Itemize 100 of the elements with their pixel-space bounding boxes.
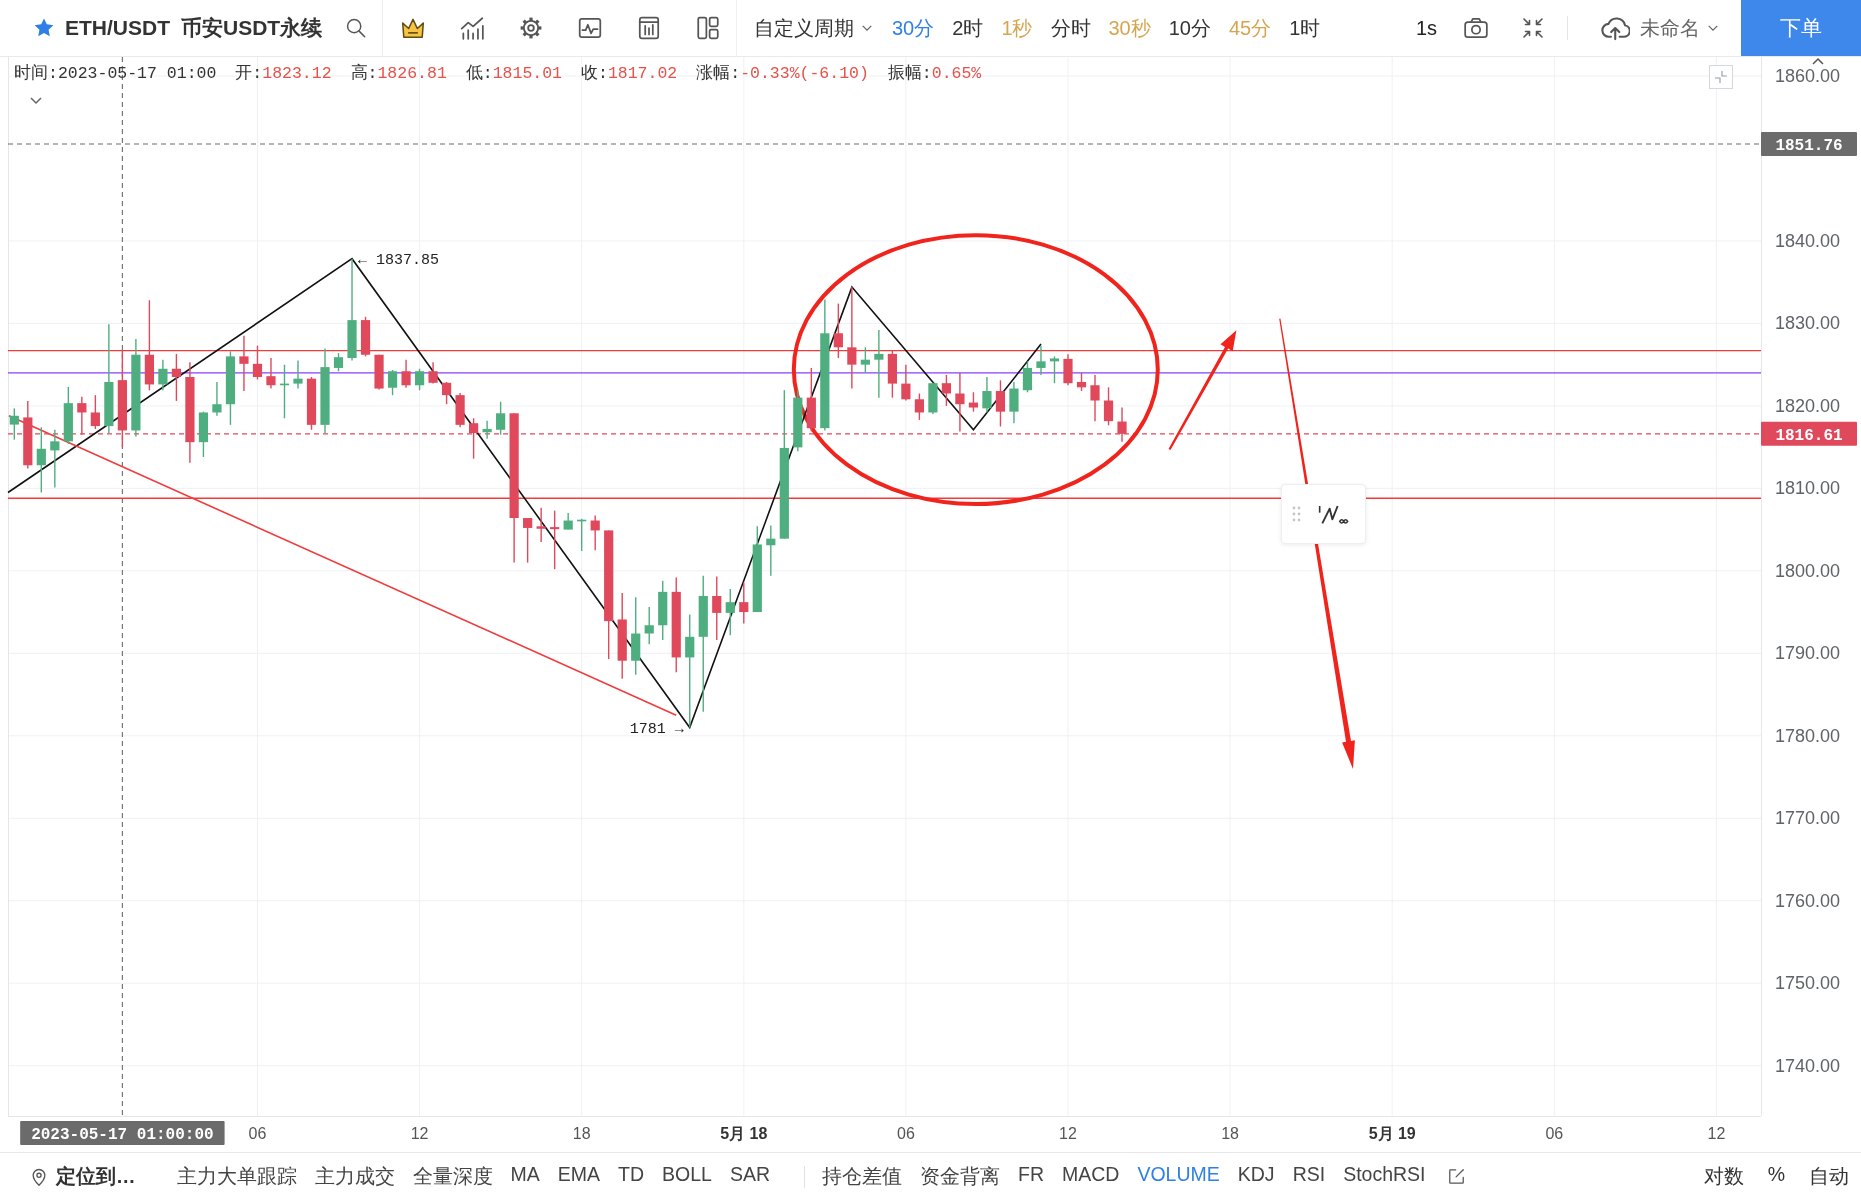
falling-candle <box>1076 372 1087 392</box>
falling-candle <box>1090 374 1100 422</box>
star-icon[interactable] <box>33 17 55 39</box>
layout-icon[interactable] <box>695 15 721 41</box>
falling-candle <box>266 357 276 390</box>
indicator-tab[interactable]: EMA <box>557 1163 600 1190</box>
ohlc-label: 涨幅: <box>696 64 741 83</box>
order-button[interactable]: 下单 <box>1741 0 1861 56</box>
chart-icon[interactable] <box>459 15 485 41</box>
price-axis-label: 1810.00 <box>1775 478 1841 499</box>
indicator-tab[interactable]: TD <box>618 1163 644 1190</box>
indicator-tab[interactable]: RSI <box>1292 1163 1326 1190</box>
falling-candle <box>1063 353 1073 386</box>
period-tab[interactable]: 30分 <box>892 14 935 42</box>
ohlc-label: 时间: <box>14 64 58 83</box>
time-label: 2023-05-17 01:00:00 <box>20 1121 225 1145</box>
chevron-down-icon[interactable] <box>29 96 43 105</box>
indicator-tab[interactable]: 持仓差值 <box>822 1163 902 1190</box>
indicator-tab[interactable]: MA <box>510 1163 540 1190</box>
window-chart-icon[interactable] <box>577 15 603 41</box>
ohlc-value: 1815.01 <box>492 64 562 83</box>
period-tab[interactable]: 分时 <box>1050 14 1091 42</box>
falling-candle <box>712 575 722 641</box>
rising-candle <box>928 382 938 415</box>
ohlc-label: 收: <box>581 64 608 83</box>
time-axis-label: 12 <box>1059 1125 1077 1142</box>
price-annotation: ← 1837.85 <box>358 251 440 269</box>
falling-candle <box>239 335 249 392</box>
price-axis-label: 1840.00 <box>1775 230 1841 251</box>
camera-icon[interactable] <box>1463 15 1489 41</box>
ohlc-value: 2023-05-17 01:00 <box>57 64 217 83</box>
ohlc-label: 开: <box>235 64 263 83</box>
rising-candle <box>333 352 344 372</box>
chevron-down-icon[interactable] <box>861 24 873 32</box>
time-axis-label: 5月 19 <box>1368 1125 1416 1142</box>
ref-line-label: 1816.61 <box>1775 426 1843 445</box>
period-tab[interactable]: 1时 <box>1289 14 1321 42</box>
indicator-tab[interactable]: BOLL <box>662 1163 712 1190</box>
time-axis-label: 06 <box>1545 1125 1564 1142</box>
falling-candle <box>550 509 560 570</box>
rising-candle <box>387 369 398 396</box>
search-icon[interactable] <box>345 17 367 39</box>
falling-candle <box>469 417 479 460</box>
rising-candle <box>793 388 803 452</box>
falling-candle <box>77 396 87 436</box>
indicator-tab[interactable]: 资金背离 <box>920 1163 1000 1190</box>
period-dropdown[interactable]: 自定义周期 <box>754 14 854 42</box>
indicator-tab[interactable]: StochRSI <box>1343 1163 1426 1190</box>
cloud-upload-icon[interactable] <box>1600 14 1630 42</box>
time-axis-label: 12 <box>410 1125 429 1142</box>
period-tab[interactable]: 10分 <box>1168 14 1211 42</box>
settings-icon[interactable] <box>518 15 544 41</box>
locate-button[interactable]: 定位到… <box>56 1163 136 1190</box>
edit-icon[interactable] <box>1446 1167 1466 1186</box>
drag-handle-icon[interactable] <box>1292 506 1301 522</box>
indicator-tab[interactable]: SAR <box>729 1163 770 1190</box>
falling-candle <box>306 376 317 431</box>
rising-candle <box>1036 344 1046 376</box>
rising-candle <box>725 588 735 636</box>
scale-option[interactable]: 对数 <box>1703 1163 1744 1190</box>
falling-candle <box>252 344 263 381</box>
time-axis-label: 06 <box>248 1125 267 1142</box>
rising-candle <box>874 329 884 399</box>
falling-candle <box>455 392 465 428</box>
rising-candle <box>279 363 290 419</box>
ohlc-label: 低: <box>465 64 493 83</box>
period-tab[interactable]: 2时 <box>952 14 984 42</box>
chevron-up-icon[interactable] <box>1811 57 1825 66</box>
window-bars-icon[interactable] <box>636 15 662 41</box>
rising-candle <box>414 368 425 391</box>
rising-candle <box>9 407 19 441</box>
interval-button[interactable]: 1s <box>1415 16 1437 40</box>
falling-candle <box>428 361 438 385</box>
market-name: 币安USDT永续 <box>181 15 323 41</box>
scale-option[interactable]: 自动 <box>1809 1163 1849 1190</box>
indicator-tab[interactable]: 全量深度 <box>412 1163 493 1190</box>
ohlc-value: 1817.02 <box>607 64 678 83</box>
symbol-name: ETH/USDT <box>65 16 170 40</box>
price-label: 1851.76 <box>1761 131 1857 156</box>
shrink-icon[interactable] <box>1521 16 1545 40</box>
rising-candle <box>860 346 870 374</box>
falling-candle <box>523 517 533 564</box>
falling-candle <box>171 353 181 402</box>
price-axis-label: 1860.00 <box>1775 65 1841 86</box>
falling-candle <box>833 302 843 359</box>
indicator-tab[interactable]: MACD <box>1062 1163 1120 1190</box>
rising-candle <box>1022 360 1033 393</box>
indicator-tab[interactable]: FR <box>1018 1163 1044 1190</box>
indicator-tab[interactable]: 主力成交 <box>314 1163 395 1190</box>
layout-name[interactable]: 未命名 <box>1640 14 1700 42</box>
ohlc-value: 1823.12 <box>262 64 332 83</box>
indicator-tab[interactable]: VOLUME <box>1137 1163 1220 1190</box>
rising-candle <box>158 359 168 391</box>
chevron-down-icon[interactable] <box>1707 24 1719 32</box>
indicator-tab[interactable]: KDJ <box>1237 1163 1275 1190</box>
falling-candle <box>1103 386 1114 426</box>
scale-option[interactable]: % <box>1767 1163 1785 1190</box>
indicator-tab[interactable]: 主力大单跟踪 <box>176 1163 297 1190</box>
price-axis-label: 1750.00 <box>1775 973 1841 994</box>
falling-candle <box>23 400 33 470</box>
